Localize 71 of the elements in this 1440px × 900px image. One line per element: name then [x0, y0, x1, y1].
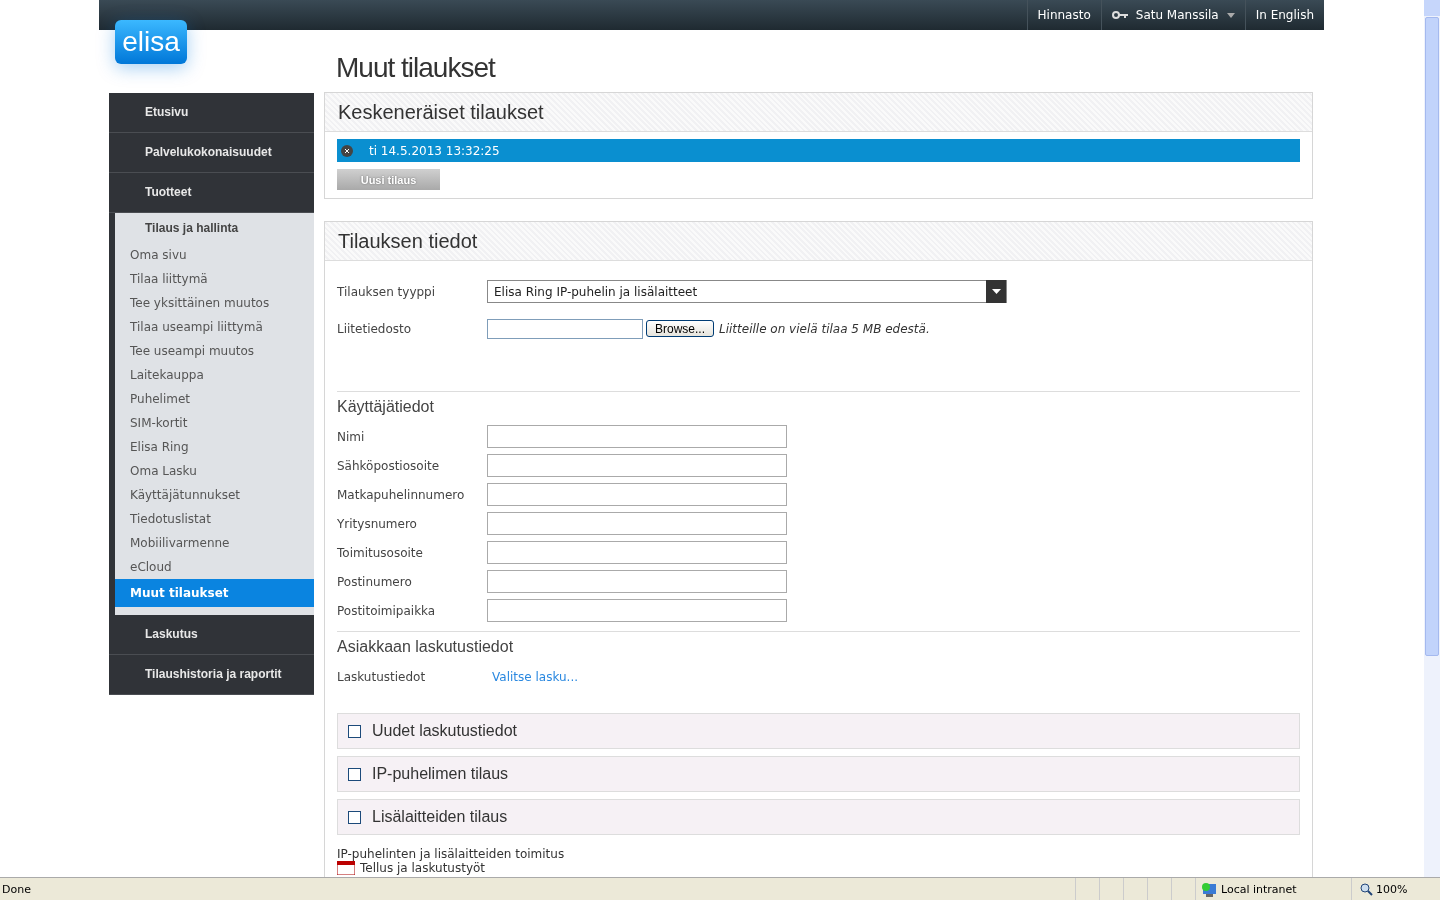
- section-title: Käyttäjätiedot: [337, 398, 435, 416]
- field-label: Yritysnumero: [337, 516, 418, 531]
- calendar-icon: [337, 861, 355, 875]
- close-icon[interactable]: [341, 144, 353, 157]
- scrollbar[interactable]: [1424, 0, 1440, 877]
- caret-icon: [1226, 12, 1235, 18]
- delivery-item: Tellus ja laskutustyöt: [360, 861, 486, 875]
- caret-icon: [991, 289, 1001, 294]
- topbar-link[interactable]: Hinnasto: [1026, 0, 1101, 30]
- submenu-item[interactable]: Tee yksittäinen muutos: [115, 291, 314, 315]
- field-label: Sähköpostiosoite: [337, 458, 441, 473]
- submenu-item[interactable]: Mobiilivarmenne: [115, 531, 314, 555]
- submenu-item[interactable]: eCloud: [115, 555, 314, 579]
- sidebar-item[interactable]: Tilaus ja hallinta: [115, 213, 314, 243]
- language-link[interactable]: In English: [1244, 0, 1324, 30]
- logo[interactable]: elisa: [115, 20, 187, 64]
- attachment-note: Liitteille on vielä tilaa 5 MB edestä.: [719, 321, 930, 336]
- browse-button[interactable]: Browse...: [646, 320, 714, 337]
- submenu-item[interactable]: Laitekauppa: [115, 363, 314, 387]
- submenu-item[interactable]: Oma Lasku: [115, 459, 314, 483]
- checkbox[interactable]: [348, 767, 361, 781]
- submenu-item[interactable]: Tee useampi muutos: [115, 339, 314, 363]
- field-label: IP-puhelinten ja lisälaitteiden toimitus: [337, 847, 566, 861]
- field-label: Tilauksen tyyppi: [337, 284, 437, 299]
- section-toggle[interactable]: Uudet laskutustiedot: [337, 713, 1300, 749]
- submenu-item[interactable]: Tiedotuslistat: [115, 507, 314, 531]
- section-title: Asiakkaan laskutustiedot: [337, 638, 515, 656]
- field-label: Matkapuhelinnumero: [337, 487, 466, 502]
- sidebar-item[interactable]: Etusivu: [109, 93, 314, 133]
- field-label: Liitetiedosto: [337, 321, 413, 336]
- panel-title: Keskeneräiset tilaukset: [325, 93, 1312, 132]
- zone-text: Local intranet: [1221, 883, 1297, 896]
- input-field[interactable]: [487, 454, 787, 477]
- sidebar-item[interactable]: Tilaushistoria ja raportit: [109, 655, 314, 695]
- submenu-item[interactable]: Muut tilaukset: [115, 579, 314, 607]
- order-type-select[interactable]: Elisa Ring IP-puhelin ja lisälaitteet: [487, 280, 1007, 303]
- order-row[interactable]: ti 14.5.2013 13:32:25: [337, 139, 1300, 162]
- field-label: Nimi: [337, 429, 366, 444]
- magnifier-icon[interactable]: [1360, 883, 1373, 896]
- field-label: Postitoimipaikka: [337, 603, 437, 618]
- field-label: Laskutustiedot: [337, 669, 427, 684]
- section-toggle[interactable]: Lisälaitteiden tilaus: [337, 799, 1300, 835]
- sidebar-item[interactable]: Palvelukokonaisuudet: [109, 133, 314, 173]
- file-input-field[interactable]: [487, 318, 643, 339]
- input-field[interactable]: [487, 570, 787, 593]
- input-field[interactable]: [487, 512, 787, 535]
- checkbox[interactable]: [348, 810, 361, 824]
- submenu-item[interactable]: Tilaa useampi liittymä: [115, 315, 314, 339]
- key-icon: [1111, 11, 1128, 19]
- panel-title: Tilauksen tiedot: [325, 222, 1312, 261]
- field-label: Postinumero: [337, 574, 413, 589]
- input-field[interactable]: [487, 599, 787, 622]
- status-text: Done: [1, 883, 32, 896]
- page-title: Muut tilaukset: [336, 52, 497, 84]
- submenu-item[interactable]: Puhelimet: [115, 387, 314, 411]
- sidebar-item[interactable]: Laskutus: [109, 615, 314, 655]
- checkbox[interactable]: [348, 724, 361, 738]
- globe-computer-icon: [1201, 881, 1217, 898]
- section-toggle[interactable]: IP-puhelimen tilaus: [337, 756, 1300, 792]
- input-field[interactable]: [487, 541, 787, 564]
- input-field[interactable]: [487, 425, 787, 448]
- select-invoice-link[interactable]: Valitse lasku...: [492, 669, 579, 684]
- submenu-item[interactable]: Oma sivu: [115, 243, 314, 267]
- submenu-item[interactable]: Tilaa liittymä: [115, 267, 314, 291]
- field-label: Toimitusosoite: [337, 545, 424, 560]
- submenu-item[interactable]: Elisa Ring: [115, 435, 314, 459]
- user-menu[interactable]: Satu Manssila: [1100, 0, 1245, 30]
- zoom-level[interactable]: 100%: [1376, 883, 1408, 896]
- input-field[interactable]: [487, 483, 787, 506]
- submenu-item[interactable]: Käyttäjätunnukset: [115, 483, 314, 507]
- submenu-item[interactable]: SIM-kortit: [115, 411, 314, 435]
